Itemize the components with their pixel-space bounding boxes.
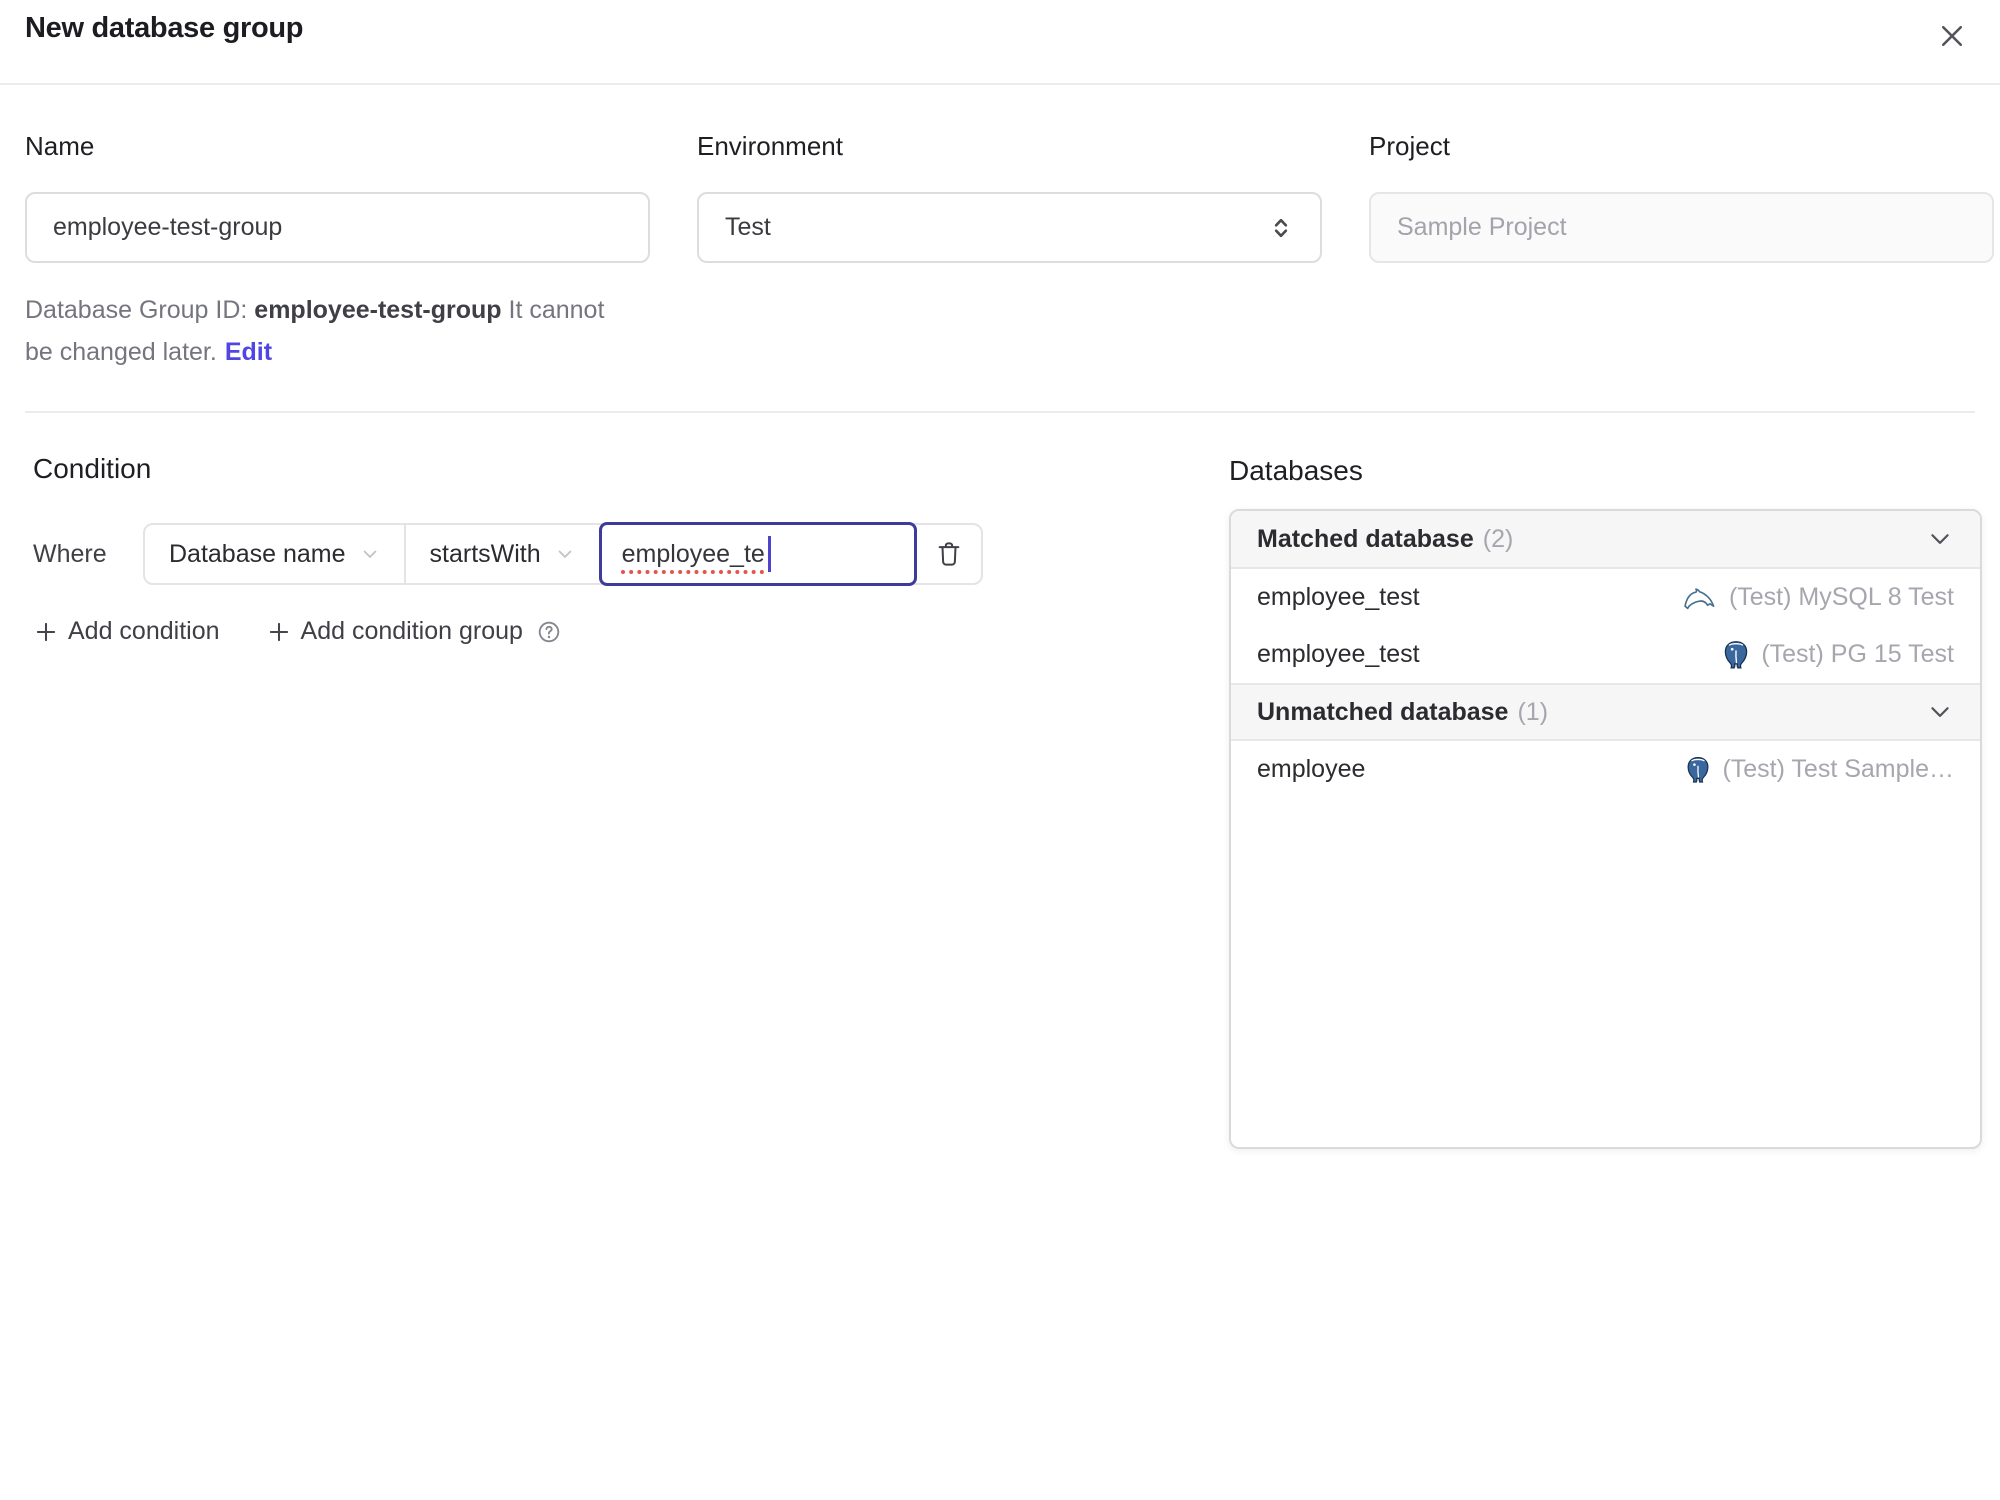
delete-condition-button[interactable] [917,525,981,583]
page-title: New database group [25,12,304,44]
unmatched-database-header[interactable]: Unmatched database (1) [1231,683,1980,741]
condition-group: Database name startsWith employee_te [143,522,983,586]
plus-icon [266,619,292,645]
where-label: Where [33,539,107,568]
condition-actions: Add condition Add condition group [33,617,1229,646]
database-instance-label: (Test) PG 15 Test [1761,640,1954,668]
environment-label: Environment [697,131,843,161]
databases-panel-empty-space [1231,798,1980,1147]
form-row: Name Environment Test Project Sample Pro… [25,130,1994,263]
database-row: employee_test (Test) MySQL 8 Test [1231,569,1980,626]
condition-operator-value: startsWith [429,539,541,568]
database-instance: (Test) Test Sample… [1685,755,1954,784]
database-row: employee (Test) Test Sample… [1231,741,1980,798]
question-circle-icon[interactable] [536,619,562,645]
trash-icon [934,539,964,569]
project-field-group: Project Sample Project [1369,130,1994,263]
condition-value-text: employee_te [621,539,765,568]
database-name: employee_test [1257,640,1420,668]
text-caret [767,536,771,572]
condition-heading: Condition [33,453,152,484]
group-id-note: Database Group ID: employee-test-group I… [25,289,637,373]
chevron-down-icon [1926,525,1954,553]
unmatched-database-title: Unmatched database [1257,697,1509,726]
environment-select[interactable]: Test [697,192,1322,263]
project-label: Project [1369,131,1450,161]
chevron-down-icon [555,544,575,564]
plus-icon [33,619,59,645]
databases-panel: Matched database (2) employee_test (Test… [1229,509,1982,1149]
condition-value-input[interactable]: employee_te [598,522,917,586]
dialog-header: New database group [0,0,2000,85]
condition-section: Condition Where Database name startsWith [25,413,1229,646]
group-id-value: employee-test-group [254,296,502,324]
condition-operator-dropdown[interactable]: startsWith [406,525,599,583]
databases-heading: Databases [1229,455,1363,486]
close-button[interactable] [1930,14,1974,58]
matched-database-header[interactable]: Matched database (2) [1231,511,1980,569]
up-down-chevron-icon [1268,215,1294,241]
database-name: employee_test [1257,583,1420,611]
condition-row: Where Database name startsWith employee_… [33,522,1229,586]
mysql-dolphin-icon [1682,585,1718,611]
database-instance: (Test) PG 15 Test [1722,640,1954,670]
close-icon [1937,21,1967,51]
matched-database-title: Matched database [1257,524,1474,553]
group-id-note-prefix: Database Group ID: [25,296,255,324]
edit-link[interactable]: Edit [225,338,272,366]
condition-field-dropdown[interactable]: Database name [145,525,406,583]
chevron-down-icon [1926,698,1954,726]
add-condition-group-label: Add condition group [300,617,523,645]
environment-field-group: Environment Test [697,130,1322,263]
database-instance: (Test) MySQL 8 Test [1682,583,1954,612]
bottom-area: Condition Where Database name startsWith [0,413,2000,1149]
name-field-group: Name [25,130,650,263]
project-input[interactable]: Sample Project [1369,192,1994,263]
database-instance-label: (Test) MySQL 8 Test [1728,583,1954,611]
database-row: employee_test (Test) PG 15 Test [1231,626,1980,683]
database-name: employee [1257,755,1366,783]
database-instance-label: (Test) Test Sample… [1722,755,1954,783]
name-input[interactable] [25,192,650,263]
add-condition-button[interactable]: Add condition [33,617,220,646]
add-condition-label: Add condition [68,617,220,645]
matched-database-count: (2) [1482,524,1514,553]
environment-selected-value: Test [725,213,771,241]
databases-section: Databases Matched database (2) employee_… [1229,413,1982,1149]
postgresql-elephant-icon [1685,756,1711,784]
unmatched-database-count: (1) [1517,697,1549,726]
chevron-down-icon [360,544,380,564]
postgresql-elephant-icon [1722,640,1750,670]
project-value: Sample Project [1397,213,1567,241]
condition-field-value: Database name [169,539,346,568]
name-label: Name [25,131,95,161]
add-condition-group-button[interactable]: Add condition group [266,617,562,646]
